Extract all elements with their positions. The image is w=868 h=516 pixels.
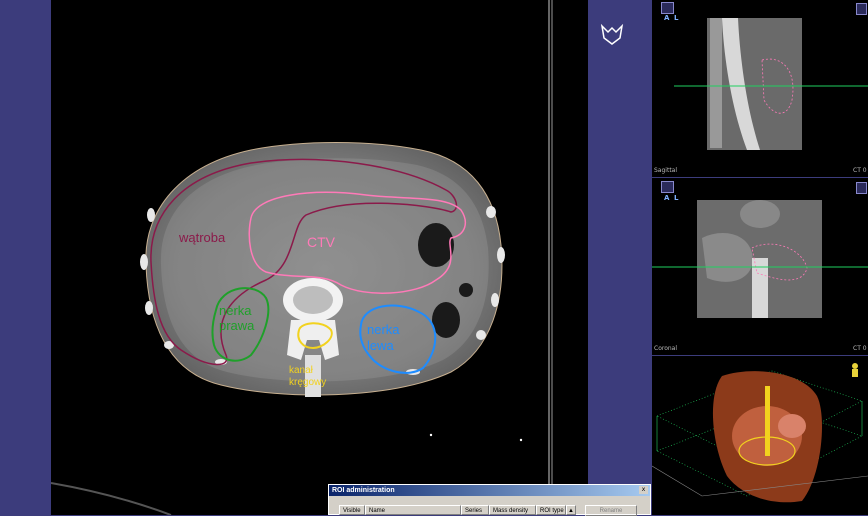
roi-label-liver: wątroba <box>179 230 226 245</box>
roi-label-left-kidney: nerka lewa <box>367 322 400 353</box>
rename-button[interactable]: Rename <box>585 505 637 516</box>
axial-ct-image <box>51 0 553 515</box>
roi-label-ctv: CTV <box>307 234 335 250</box>
column-visible[interactable]: Visible <box>339 505 365 515</box>
roi-label-spinal-canal: kanał kręgowy <box>289 365 327 388</box>
sagittal-view-button[interactable] <box>661 2 674 14</box>
column-mass-density[interactable]: Mass density <box>489 505 536 515</box>
app-logo-icon <box>600 24 624 45</box>
coronal-ct-image <box>652 200 868 318</box>
coronal-view-series: CT 0 <box>853 345 867 352</box>
coronal-orientation-l: L <box>674 194 679 202</box>
sagittal-orientation-l: L <box>674 14 679 22</box>
coronal-view-name: Coronal <box>654 345 678 352</box>
roi-dialog-title: ROI administration <box>332 487 395 494</box>
tool-strip <box>588 0 652 515</box>
roi-label-right-kidney: nerka prawa <box>219 303 255 333</box>
column-roi-type[interactable]: ROI type <box>536 505 566 515</box>
coronal-person-icon[interactable] <box>856 182 867 194</box>
3d-render-image <box>652 356 868 515</box>
sagittal-orientation-a: A <box>664 14 670 22</box>
close-icon[interactable]: x <box>639 486 648 494</box>
sagittal-view-name: Sagittal <box>654 167 678 174</box>
roi-table-header: Visible Name Series Mass density ROI typ… <box>339 505 576 516</box>
sagittal-person-icon[interactable] <box>856 3 867 15</box>
coronal-orientation-a: A <box>664 194 670 202</box>
sort-arrow-icon[interactable]: ▲ <box>566 505 576 515</box>
column-name[interactable]: Name <box>365 505 461 515</box>
sagittal-view-series: CT 0 <box>853 167 867 174</box>
3d-orientation-figure-icon <box>852 363 858 377</box>
axial-ct-view[interactable]: wątroba CTV nerka prawa nerka lewa kanał… <box>51 0 588 515</box>
sagittal-view[interactable]: A L Sagittal CT 0 <box>652 0 868 177</box>
roi-administration-dialog[interactable]: ROI administration x Visible Name Series… <box>328 484 651 516</box>
column-series[interactable]: Series <box>461 505 489 515</box>
coronal-view-button[interactable] <box>661 181 674 193</box>
coronal-view[interactable]: A L Coronal CT 0 <box>652 178 868 355</box>
3d-render-view[interactable] <box>652 356 868 515</box>
sagittal-ct-image <box>674 18 868 150</box>
roi-dialog-titlebar[interactable]: ROI administration x <box>329 485 650 496</box>
